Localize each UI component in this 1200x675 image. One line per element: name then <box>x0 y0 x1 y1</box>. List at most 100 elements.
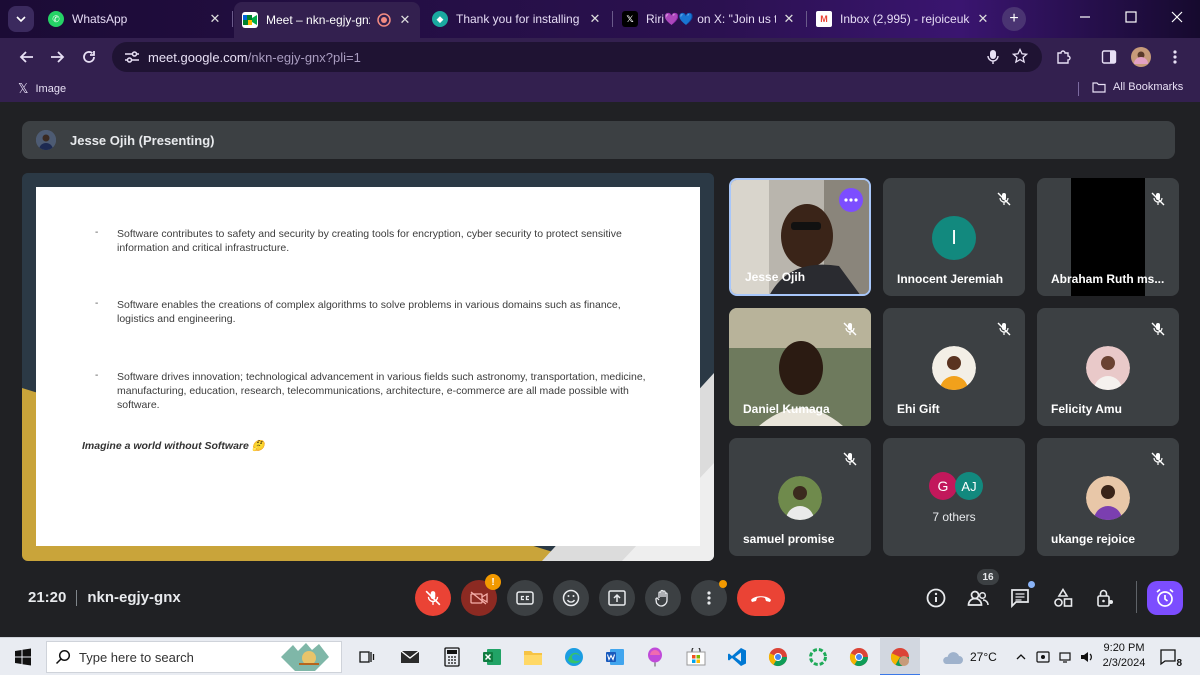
reactions-button[interactable] <box>553 580 589 616</box>
search-highlight-image <box>281 643 329 671</box>
forward-button[interactable] <box>44 44 70 70</box>
notification-icon <box>1160 649 1176 666</box>
participant-tile-jesse-ojih[interactable]: Jesse Ojih <box>729 178 871 296</box>
presentation-stage: - Software contributes to safety and sec… <box>22 173 714 561</box>
participant-name: Ehi Gift <box>897 402 940 416</box>
participant-name: Innocent Jeremiah <box>897 272 1004 286</box>
browser-menu-button[interactable] <box>1164 46 1186 68</box>
minimize-button[interactable] <box>1062 0 1108 34</box>
tab-meet[interactable]: Meet – nkn-egjy-gnx ✕ <box>234 2 420 38</box>
participant-avatar: G <box>929 472 957 500</box>
participant-tile-daniel-kumaga[interactable]: Daniel Kumaga <box>729 308 871 426</box>
microphone-icon[interactable] <box>986 49 1000 65</box>
tab-title: WhatsApp <box>72 12 128 26</box>
participant-tile-ehi-gift[interactable]: Ehi Gift <box>883 308 1025 426</box>
taskbar-search-box[interactable]: Type here to search <box>46 641 342 673</box>
x-icon: 𝕏 <box>18 81 29 96</box>
network-icon[interactable] <box>1058 650 1072 664</box>
mic-off-icon <box>841 450 859 468</box>
task-view-button[interactable] <box>355 645 379 669</box>
slide-bullet: Software contributes to safety and secur… <box>117 228 622 254</box>
volume-icon[interactable] <box>1080 650 1094 664</box>
tab-x-post[interactable]: 𝕏 Riri💜💙 on X: "Join us to c ✕ <box>614 4 804 34</box>
participant-tile-others[interactable]: G AJ 7 others <box>883 438 1025 556</box>
people-button[interactable]: 16 <box>965 569 999 611</box>
more-options-button[interactable] <box>691 580 727 616</box>
timer-button[interactable] <box>1147 581 1183 615</box>
shared-slide: - Software contributes to safety and sec… <box>36 187 700 546</box>
participant-tile-innocent-jeremiah[interactable]: I Innocent Jeremiah <box>883 178 1025 296</box>
chrome-profile-app-button[interactable] <box>847 645 871 669</box>
participant-name: samuel promise <box>743 532 835 546</box>
notification-center-button[interactable]: 8 <box>1158 647 1182 669</box>
participant-options-button[interactable] <box>839 188 863 212</box>
close-window-button[interactable] <box>1154 0 1200 34</box>
store-app-button[interactable] <box>684 645 708 669</box>
host-controls-button[interactable] <box>1092 585 1118 611</box>
profile-avatar[interactable] <box>1130 46 1152 68</box>
chrome-app-button[interactable] <box>766 645 790 669</box>
address-bar[interactable]: meet.google.com/nkn-egjy-gnx?pli=1 <box>112 42 1042 72</box>
all-bookmarks-button[interactable]: All Bookmarks <box>1092 81 1183 93</box>
active-taskbar-button[interactable] <box>880 638 920 675</box>
chat-button[interactable] <box>1007 581 1035 611</box>
microphone-toggle-button[interactable] <box>415 580 451 616</box>
tab-search-button[interactable] <box>8 6 34 32</box>
captions-button[interactable] <box>507 580 543 616</box>
vscode-app-button[interactable] <box>725 645 749 669</box>
extensions-button[interactable] <box>1052 46 1074 68</box>
meet-present-icon[interactable] <box>1036 650 1050 664</box>
bullet-marker: - <box>95 370 99 381</box>
back-button[interactable] <box>14 44 40 70</box>
reload-button[interactable] <box>76 44 102 70</box>
close-icon[interactable]: ✕ <box>588 11 602 26</box>
new-tab-button[interactable]: + <box>1002 7 1026 31</box>
activities-button[interactable] <box>1050 585 1076 611</box>
side-panel-button[interactable] <box>1098 46 1120 68</box>
word-app-button[interactable] <box>603 645 627 669</box>
close-icon[interactable]: ✕ <box>398 12 412 27</box>
present-now-button[interactable] <box>599 580 635 616</box>
start-button[interactable] <box>11 645 35 669</box>
star-icon[interactable] <box>1012 48 1028 64</box>
participant-tile-samuel-promise[interactable]: samuel promise <box>729 438 871 556</box>
taskbar-clock[interactable]: 9:20 PM 2/3/2024 <box>1098 641 1150 671</box>
avatar-initial: AJ <box>961 478 977 494</box>
more-vert-icon <box>707 591 711 605</box>
x-icon: 𝕏 <box>622 11 638 27</box>
close-icon[interactable]: ✕ <box>782 11 796 26</box>
maximize-icon <box>1125 11 1137 23</box>
meeting-details-button[interactable] <box>923 585 949 611</box>
participant-tile-felicity-amu[interactable]: Felicity Amu <box>1037 308 1179 426</box>
mail-app-button[interactable] <box>398 645 422 669</box>
close-icon[interactable]: ✕ <box>208 11 222 26</box>
copilot-app-button[interactable] <box>643 645 667 669</box>
maximize-button[interactable] <box>1108 0 1154 34</box>
clock-date: 2/3/2024 <box>1102 657 1146 669</box>
camera-toggle-button[interactable]: ! <box>461 574 501 616</box>
windows-logo-icon <box>15 648 31 666</box>
file-explorer-button[interactable] <box>521 645 545 669</box>
tab-veepn[interactable]: ◆ Thank you for installing Vee ✕ <box>424 4 610 34</box>
task-view-icon <box>359 651 375 663</box>
calculator-app-button[interactable] <box>440 645 464 669</box>
leave-call-button[interactable] <box>737 580 785 616</box>
tab-whatsapp[interactable]: ✆ WhatsApp ✕ <box>40 4 230 34</box>
edge-app-button[interactable] <box>562 645 586 669</box>
avatar-initial: I <box>951 226 957 249</box>
site-info-icon[interactable] <box>118 50 146 64</box>
weather-widget[interactable]: 27°C <box>940 638 997 675</box>
folder-icon <box>1092 82 1106 93</box>
raise-hand-button[interactable] <box>645 580 681 616</box>
close-icon[interactable]: ✕ <box>976 11 990 26</box>
participant-tile-ukange-rejoice[interactable]: ukange rejoice <box>1037 438 1179 556</box>
excel-app-button[interactable] <box>480 645 504 669</box>
chevron-up-icon[interactable] <box>1016 653 1026 661</box>
whatsapp-icon: ✆ <box>48 11 64 27</box>
tab-gmail[interactable]: M Inbox (2,995) - rejoiceukang ✕ <box>808 4 998 34</box>
participant-tile-abraham-ruth[interactable]: Abraham Ruth ms... <box>1037 178 1179 296</box>
loading-app-button[interactable] <box>806 645 830 669</box>
bookmark-image[interactable]: 𝕏 Image <box>18 81 66 97</box>
weather-temp: 27°C <box>970 650 997 664</box>
folder-icon <box>524 651 542 665</box>
